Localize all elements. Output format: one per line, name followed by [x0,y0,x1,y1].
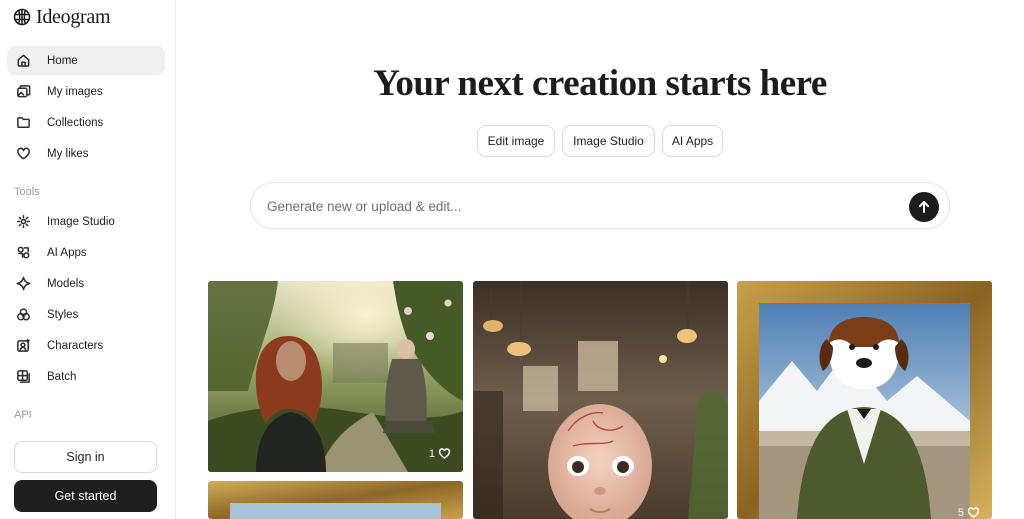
dog-portrait-image [737,281,992,519]
send-button[interactable] [909,192,939,222]
nav-label: Styles [47,308,79,321]
nav-item-batch[interactable]: Batch [7,362,165,391]
nav-label: Batch [47,370,77,383]
nav-label: Characters [47,339,104,352]
nav-label: Models [47,277,85,290]
nav-label: Home [47,54,78,67]
like-count[interactable]: 5 [958,506,980,519]
app-name: Ideogram [36,5,111,28]
images-icon [15,84,31,100]
home-icon [15,53,31,69]
heart-icon [15,146,31,162]
ai-apps-button[interactable]: AI Apps [662,125,723,157]
api-section-label: API [14,409,32,421]
nav-label: Image Studio [47,215,115,228]
page-title: Your next creation starts here [373,63,827,104]
arrow-up-icon [918,201,930,213]
batch-icon [15,369,31,385]
heart-icon [967,507,980,518]
app-logo[interactable]: Ideogram [12,5,111,28]
nav-item-ai-apps[interactable]: AI Apps [7,238,165,267]
nav-item-collections[interactable]: Collections [7,108,165,137]
nav-label: AI Apps [47,246,87,259]
nav-item-styles[interactable]: Styles [7,300,165,329]
edit-image-button[interactable]: Edit image [477,125,555,157]
like-count[interactable]: 1 [429,447,451,460]
gallery-card[interactable]: 1 [208,281,463,472]
sign-in-button[interactable]: Sign in [14,441,157,473]
nav-item-models[interactable]: Models [7,269,165,298]
gallery-card[interactable] [208,481,463,519]
brain-logo-icon [13,8,31,26]
folder-icon [15,115,31,131]
tools-section-label: Tools [14,186,40,198]
nav-item-image-studio[interactable]: Image Studio [7,207,165,236]
prompt-bar [250,182,950,230]
apps-icon [15,245,31,261]
sidebar: Ideogram Home My images Collections My l… [0,0,176,519]
nav-label: My likes [47,147,89,160]
garden-women-image [208,281,463,472]
nav-item-my-images[interactable]: My images [7,77,165,106]
character-icon [15,338,31,354]
sparkle-icon [15,276,31,292]
gear-icon [15,214,31,230]
get-started-button[interactable]: Get started [14,480,157,512]
nav-item-home[interactable]: Home [7,46,165,75]
gallery-card[interactable]: 5 [737,281,992,519]
image-studio-button[interactable]: Image Studio [562,125,655,157]
framed-landscape-image [208,481,463,519]
styles-icon [15,307,31,323]
prompt-input[interactable] [267,183,887,230]
nav-label: My images [47,85,103,98]
heart-icon [438,448,451,459]
baby-portrait-image [473,281,728,519]
gallery-card[interactable] [473,281,728,519]
nav-item-my-likes[interactable]: My likes [7,139,165,168]
nav-label: Collections [47,116,104,129]
nav-item-characters[interactable]: Characters [7,331,165,360]
